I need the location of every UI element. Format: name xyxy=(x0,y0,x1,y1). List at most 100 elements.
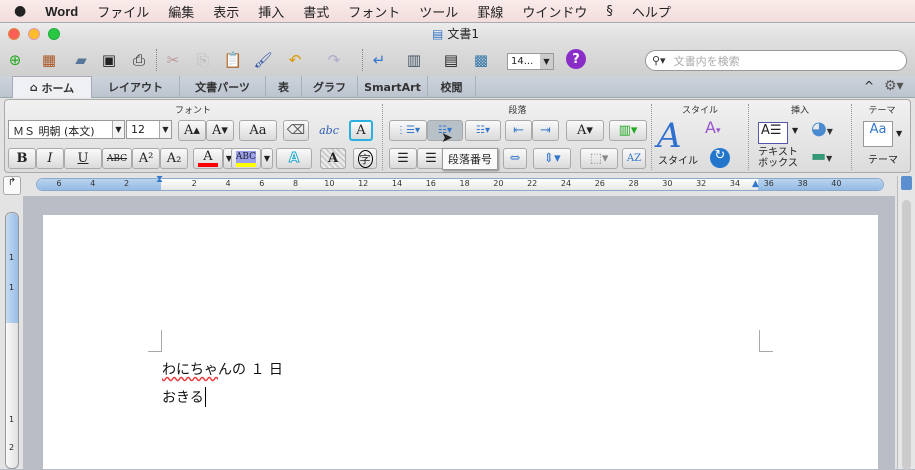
menu-table[interactable]: 罫線 xyxy=(477,2,503,21)
menu-file[interactable]: ファイル xyxy=(97,2,149,21)
strikethrough-button[interactable]: ABC xyxy=(102,148,132,169)
gallery-icon[interactable]: ▦ xyxy=(38,49,60,71)
menu-edit[interactable]: 編集 xyxy=(168,2,194,21)
clear-formatting-icon[interactable]: ⌫ xyxy=(283,120,309,141)
align-center-icon[interactable]: ☰ xyxy=(417,148,445,169)
open-folder-icon[interactable]: ▰ xyxy=(70,49,92,71)
menu-font[interactable]: フォント xyxy=(348,2,400,21)
styles-gallery-icon[interactable]: A xyxy=(657,116,707,156)
cut-icon[interactable]: ✂ xyxy=(162,49,184,71)
undo-icon[interactable]: ↶ xyxy=(284,49,306,71)
menu-view[interactable]: 表示 xyxy=(213,2,239,21)
shapes-icon[interactable]: ◕▼ xyxy=(811,118,833,139)
chevron-down-icon[interactable]: ▼ xyxy=(792,126,798,135)
show-formatting-icon[interactable]: ↵ xyxy=(368,49,390,71)
tab-table[interactable]: 表 xyxy=(266,76,302,98)
bullets-button[interactable]: ⋮☰▾ xyxy=(389,120,427,141)
mouse-cursor-icon: ➤ xyxy=(441,130,453,146)
menu-help[interactable]: ヘルプ xyxy=(632,2,671,21)
italic-button[interactable]: I xyxy=(36,148,64,169)
character-shading-button[interactable]: A xyxy=(320,148,346,169)
right-indent-marker[interactable]: ▲ xyxy=(752,179,759,189)
vertical-ruler[interactable]: 1 1 1 2 xyxy=(5,212,19,469)
decrease-indent-icon[interactable]: ⇤ xyxy=(505,120,532,141)
document-page[interactable]: わにちゃんの １ 日 おきる xyxy=(43,215,878,469)
columns-button[interactable]: ▥▾ xyxy=(609,120,647,141)
font-size-select[interactable]: 12 ▼ xyxy=(126,120,172,139)
highlight-button[interactable]: ABC xyxy=(231,148,261,169)
save-icon[interactable]: ▣ xyxy=(98,49,120,71)
format-painter-icon[interactable]: 🖌 xyxy=(252,49,274,71)
style-pane-icon[interactable]: ↻ xyxy=(710,148,730,168)
ruler-label: 6 xyxy=(56,179,62,188)
vertical-scrollbar[interactable] xyxy=(897,176,915,470)
zoom-select[interactable]: 14... ▼ xyxy=(507,53,554,70)
tab-stop-selector[interactable]: ↱ xyxy=(3,176,21,195)
font-color-button[interactable]: A xyxy=(193,148,223,169)
picture-icon[interactable]: ▬▼ xyxy=(811,146,832,165)
align-left-icon[interactable]: ☰ xyxy=(389,148,417,169)
underline-button[interactable]: U xyxy=(64,148,102,169)
change-styles-icon[interactable]: A▾ xyxy=(705,118,720,137)
text-box-icon[interactable]: A☰ xyxy=(758,122,788,144)
copy-icon[interactable]: ⎘ xyxy=(192,49,214,71)
styles-label[interactable]: スタイル xyxy=(656,156,700,167)
abc-style-button[interactable]: abc xyxy=(316,118,342,143)
menu-tools[interactable]: ツール xyxy=(419,2,458,21)
change-case-button[interactable]: Aa xyxy=(239,120,277,141)
indent-marker[interactable]: ⧗ xyxy=(156,175,163,185)
close-button[interactable] xyxy=(8,28,20,40)
tab-chart[interactable]: グラフ xyxy=(302,76,358,98)
menu-format[interactable]: 書式 xyxy=(303,2,329,21)
text-effects-button[interactable]: A xyxy=(276,148,312,169)
themes-icon[interactable]: Aa xyxy=(863,121,893,147)
increase-indent-icon[interactable]: ⇥ xyxy=(532,120,559,141)
text-box-label[interactable]: テキスト ボックス xyxy=(753,147,803,169)
document-line-2[interactable]: おきる xyxy=(162,387,206,407)
apple-icon[interactable]: ● xyxy=(14,3,26,19)
grow-font-button[interactable]: A▴ xyxy=(178,120,206,141)
gear-icon[interactable]: ⚙▾ xyxy=(884,78,904,94)
sort-icon[interactable]: AZ xyxy=(622,148,646,169)
media-browser-icon[interactable]: ▩ xyxy=(470,49,492,71)
multilevel-list-button[interactable]: ☷▾ xyxy=(465,120,501,141)
menu-insert[interactable]: 挿入 xyxy=(258,2,284,21)
text-direction-button[interactable]: A▾ xyxy=(566,120,604,141)
superscript-button[interactable]: A² xyxy=(132,148,160,169)
tab-layout[interactable]: レイアウト xyxy=(92,76,180,98)
distribute-icon[interactable]: ⇔ xyxy=(503,148,527,169)
minimize-button[interactable] xyxy=(28,28,40,40)
split-handle[interactable] xyxy=(901,176,912,190)
script-menu-icon[interactable]: § xyxy=(606,4,613,19)
tab-smartart[interactable]: SmartArt xyxy=(358,76,428,98)
redo-icon[interactable]: ↷ xyxy=(323,49,345,71)
bold-button[interactable]: B xyxy=(8,148,36,169)
character-border-button[interactable]: A xyxy=(349,120,373,141)
themes-label[interactable]: テーマ xyxy=(861,155,905,166)
help-icon[interactable]: ? xyxy=(566,49,586,69)
paste-icon[interactable]: 📋 xyxy=(222,49,244,71)
menu-window[interactable]: ウインドウ xyxy=(522,2,587,21)
document-line-1[interactable]: わにちゃんの １ 日 xyxy=(162,359,283,379)
line-spacing-button[interactable]: ⇕▾ xyxy=(533,148,571,169)
toolbox-icon[interactable]: ▤ xyxy=(440,49,462,71)
shrink-font-button[interactable]: A▾ xyxy=(206,120,234,141)
tab-review[interactable]: 校閲 xyxy=(428,76,476,98)
font-name-select[interactable]: ＭＳ 明朝 (本文) ▼ xyxy=(8,120,125,139)
print-icon[interactable]: ⎙ xyxy=(128,49,150,71)
subscript-button[interactable]: A₂ xyxy=(160,148,188,169)
menu-app[interactable]: Word xyxy=(45,4,78,19)
search-input[interactable]: ⚲▾ 文書内を検索 xyxy=(645,50,907,71)
highlight-dropdown[interactable]: ▼ xyxy=(261,148,273,169)
scrollbar-thumb[interactable] xyxy=(902,200,911,470)
sidebar-icon[interactable]: ▥ xyxy=(403,49,425,71)
tab-home[interactable]: ⌂ ホーム xyxy=(12,76,92,98)
collapse-ribbon-icon[interactable]: ^ xyxy=(864,79,874,93)
chevron-down-icon[interactable]: ▼ xyxy=(896,129,902,138)
enclose-characters-button[interactable]: 字 xyxy=(353,148,377,169)
tab-document-parts[interactable]: 文書パーツ xyxy=(180,76,266,98)
highlight-glyph: ABC xyxy=(235,150,257,163)
zoom-button[interactable] xyxy=(48,28,60,40)
new-document-icon[interactable]: ⊕ xyxy=(4,49,26,71)
borders-button[interactable]: ⬚▾ xyxy=(580,148,618,169)
